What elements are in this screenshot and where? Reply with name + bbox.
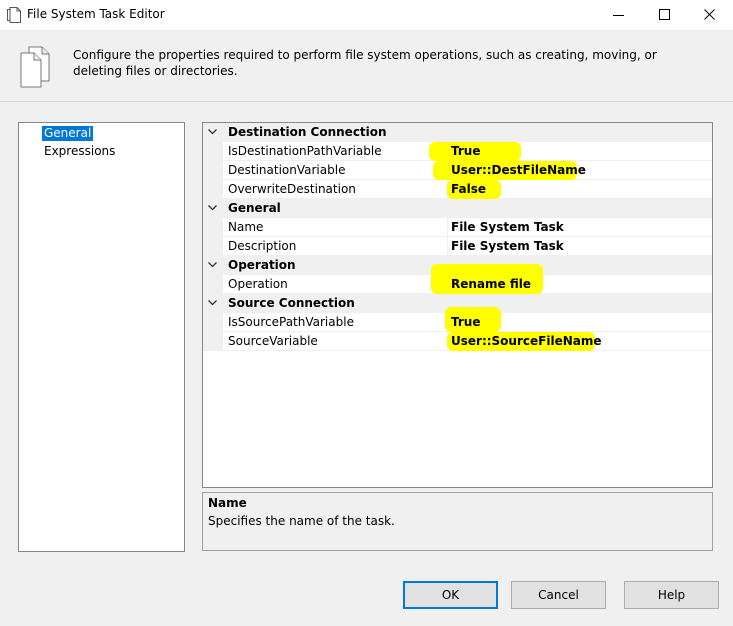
ok-button[interactable]: OK: [403, 581, 498, 609]
row-gutter: [203, 142, 223, 161]
row-gutter: [203, 218, 223, 237]
cancel-button[interactable]: Cancel: [511, 581, 606, 609]
dialog-header: Configure the properties required to per…: [0, 30, 733, 102]
page-navigation-list[interactable]: General Expressions: [18, 122, 185, 552]
category-label: Source Connection: [228, 296, 355, 310]
description-text: Specifies the name of the task.: [208, 514, 395, 528]
description-title: Name: [208, 496, 247, 510]
category-label: General: [228, 201, 281, 215]
property-value[interactable]: File System Task: [451, 220, 564, 234]
property-name: Description: [228, 239, 297, 253]
property-value[interactable]: True: [451, 315, 480, 329]
property-row-overwritedestination[interactable]: OverwriteDestination False: [203, 180, 712, 199]
category-label: Destination Connection: [228, 125, 387, 139]
property-description-pane: Name Specifies the name of the task.: [202, 492, 713, 551]
maximize-button[interactable]: [641, 0, 687, 30]
row-gutter: [203, 180, 223, 199]
help-button[interactable]: Help: [624, 581, 719, 609]
property-value[interactable]: User::DestFileName: [451, 163, 586, 177]
chevron-down-icon[interactable]: [208, 205, 217, 211]
chevron-down-icon[interactable]: [208, 129, 217, 135]
property-row-isdestinationpathvariable[interactable]: IsDestinationPathVariable True: [203, 142, 712, 161]
document-icon: [7, 7, 21, 23]
close-button[interactable]: [687, 0, 733, 30]
documents-icon: [20, 46, 50, 88]
property-row-sourcevariable[interactable]: SourceVariable User::SourceFileName: [203, 332, 712, 351]
nav-item-general[interactable]: General: [42, 126, 94, 141]
file-system-task-editor-window: File System Task Editor Configure the pr…: [0, 0, 733, 626]
property-row-description[interactable]: Description File System Task: [203, 237, 712, 256]
property-name: Operation: [228, 277, 288, 291]
property-value[interactable]: True: [451, 144, 480, 158]
nav-item-expressions[interactable]: Expressions: [42, 144, 117, 159]
row-gutter: [203, 332, 223, 351]
column-divider: [447, 218, 448, 237]
property-row-issourcepathvariable[interactable]: IsSourcePathVariable True: [203, 307, 712, 332]
property-name: Name: [228, 220, 264, 234]
header-divider: [0, 101, 733, 102]
property-name: DestinationVariable: [228, 163, 346, 177]
category-general[interactable]: General: [203, 199, 712, 218]
property-name: IsSourcePathVariable: [228, 315, 354, 329]
category-label: Operation: [228, 258, 296, 272]
property-row-destinationvariable[interactable]: DestinationVariable User::DestFileName: [203, 161, 712, 180]
property-grid[interactable]: Destination Connection IsDestinationPath…: [202, 122, 713, 488]
property-name: OverwriteDestination: [228, 182, 356, 196]
property-value[interactable]: User::SourceFileName: [451, 334, 602, 348]
property-name: SourceVariable: [228, 334, 318, 348]
property-name: IsDestinationPathVariable: [228, 144, 382, 158]
row-gutter: [203, 161, 223, 180]
property-value[interactable]: File System Task: [451, 239, 564, 253]
close-icon: [704, 9, 715, 20]
row-gutter: [203, 237, 223, 256]
chevron-down-icon[interactable]: [208, 300, 217, 306]
property-value[interactable]: False: [451, 182, 486, 196]
row-gutter: [203, 275, 223, 294]
property-row-name[interactable]: Name File System Task: [203, 218, 712, 237]
category-destination-connection[interactable]: Destination Connection: [203, 123, 712, 142]
row-gutter: [203, 313, 223, 332]
column-divider: [447, 237, 448, 256]
header-description: Configure the properties required to per…: [73, 48, 657, 78]
minimize-icon: [613, 15, 624, 16]
maximize-icon: [659, 9, 670, 20]
chevron-down-icon[interactable]: [208, 262, 217, 268]
minimize-button-area[interactable]: [595, 0, 641, 30]
window-title: File System Task Editor: [27, 7, 165, 21]
property-value[interactable]: Rename file: [451, 277, 531, 291]
